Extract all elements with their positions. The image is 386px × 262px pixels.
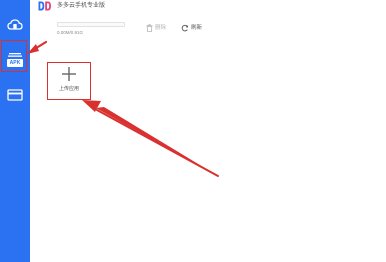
- cloud-phone-icon[interactable]: [4, 14, 26, 36]
- upload-app-label: 上传应用: [58, 86, 79, 92]
- card-icon[interactable]: [4, 84, 26, 106]
- app-logo: [38, 1, 51, 11]
- storage-bar: [57, 22, 125, 27]
- apk-highlight-box: [1, 40, 27, 72]
- delete-label: 删除: [155, 24, 167, 31]
- trash-icon: [146, 24, 153, 32]
- annotation-arrows: [27, 40, 219, 177]
- refresh-label: 刷新: [191, 24, 203, 31]
- refresh-button[interactable]: 刷新: [181, 24, 202, 32]
- upload-app-tile[interactable]: 上传应用: [47, 62, 91, 100]
- delete-button[interactable]: 删除: [146, 24, 166, 32]
- app-title: 多多云手机专业版: [57, 3, 106, 9]
- plus-icon: [62, 67, 76, 81]
- annotation-arrow-upload: [82, 100, 219, 177]
- storage-text: 0.00M/0.91G: [57, 30, 84, 35]
- refresh-icon: [181, 24, 189, 32]
